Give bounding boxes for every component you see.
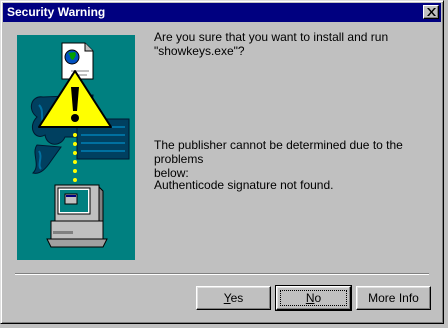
more-info-button[interactable]: More Info: [356, 286, 431, 310]
question-line-1: Are you sure that you want to install an…: [154, 30, 389, 44]
connector-dots: [73, 133, 77, 182]
yes-label-rest: es: [230, 290, 244, 305]
more-info-label: More Info: [368, 290, 419, 305]
title-bar: Security Warning: [3, 3, 441, 22]
signature-status: Authenticode signature not found.: [154, 178, 334, 192]
close-button[interactable]: [423, 5, 439, 19]
publisher-warning: The publisher cannot be determined due t…: [154, 138, 434, 180]
publisher-line-1: The publisher cannot be determined due t…: [154, 138, 403, 166]
yes-button[interactable]: Yes: [196, 286, 271, 310]
yes-accelerator: Y: [223, 290, 231, 305]
close-icon: [427, 8, 436, 16]
no-label-rest: o: [314, 290, 322, 305]
security-illustration: [17, 35, 135, 260]
computer-icon: [46, 184, 108, 248]
separator-line: [15, 273, 429, 275]
window-title: Security Warning: [7, 5, 106, 19]
globe-icon: [64, 49, 80, 65]
question-line-2: "showkeys.exe"?: [154, 44, 245, 58]
security-warning-dialog: Security Warning Are you sure that you w…: [0, 0, 444, 324]
no-button[interactable]: No: [275, 285, 352, 311]
install-question: Are you sure that you want to install an…: [154, 30, 434, 58]
